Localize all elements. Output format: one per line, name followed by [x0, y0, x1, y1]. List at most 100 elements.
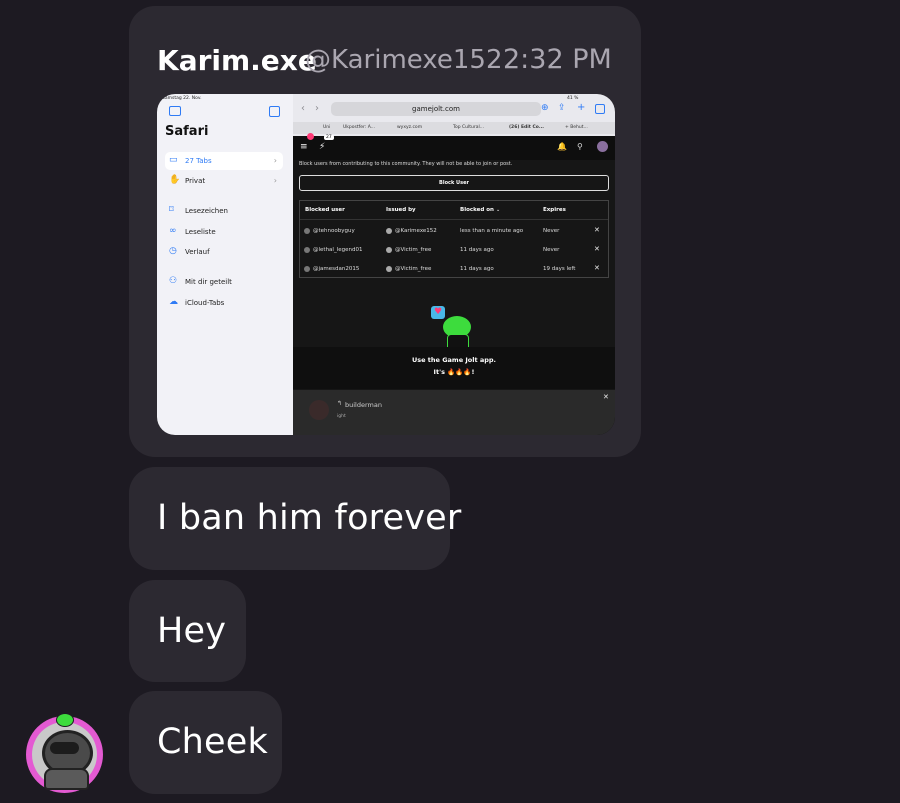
- reply-icon: ↰: [337, 400, 343, 407]
- message-bubble[interactable]: Hey: [129, 580, 246, 682]
- visor-icon: [50, 742, 79, 754]
- notification-dot: [307, 133, 314, 140]
- gamejolt-logo-icon[interactable]: ⚡: [319, 142, 325, 152]
- battery-status: 41 %: [567, 96, 579, 101]
- sidebar-item-label: Lesezeichen: [185, 207, 228, 215]
- issuer-name[interactable]: @Karimexe152: [395, 228, 437, 234]
- user-avatar-icon[interactable]: [597, 141, 608, 152]
- shared-icon: ⚇: [169, 276, 178, 286]
- table-divider: [300, 219, 608, 220]
- sidebar-item-tabs[interactable]: ▭ 27 Tabs ›: [165, 152, 283, 170]
- browser-tab[interactable]: Top Cultural...: [453, 124, 484, 132]
- browser-toolbar: 41 % ‹ › gamejolt.com ⊕ ⇪ + Uni Ukpostfe…: [293, 94, 615, 136]
- avatar[interactable]: [26, 713, 103, 793]
- glasses-icon: ∞: [169, 226, 177, 236]
- chevron-right-icon: ›: [273, 176, 277, 185]
- blocked-user-name[interactable]: @jamesdan2015: [313, 266, 359, 272]
- attached-screenshot[interactable]: Samstag 22. Nov. Safari ▭ 27 Tabs › ✋ Pr…: [157, 94, 615, 435]
- browser-tab[interactable]: + Behut...: [565, 124, 588, 132]
- browser-tab[interactable]: Ukpostfer: A...: [343, 124, 375, 132]
- user-avatar: [304, 266, 310, 272]
- gamejolt-navbar: ≡ ⚡ 27 🔔 ⚲: [293, 133, 615, 160]
- download-icon[interactable]: ⊕: [541, 103, 549, 113]
- bell-icon[interactable]: 🔔: [557, 142, 567, 151]
- browser-tab-active[interactable]: (26) Edit Co...: [509, 124, 544, 132]
- expires-value: Never: [543, 247, 560, 253]
- blocked-user-name[interactable]: @lethal_legend01: [313, 247, 362, 253]
- sidebar-item-label: iCloud-Tabs: [185, 299, 225, 307]
- unblock-close-icon[interactable]: ✕: [594, 264, 600, 272]
- user-avatar: [304, 247, 310, 253]
- status-date: Samstag 22. Nov.: [162, 96, 202, 101]
- block-user-button[interactable]: Block User: [299, 175, 609, 191]
- share-icon[interactable]: ⇪: [558, 103, 566, 113]
- blocked-date: 11 days ago: [460, 247, 494, 253]
- unblock-close-icon[interactable]: ✕: [594, 226, 600, 234]
- promo-line-2: It's 🔥🔥🔥!: [433, 368, 475, 376]
- sidebar-item-bookmarks[interactable]: ⌑ Lesezeichen: [165, 202, 283, 220]
- promo-line-1: Use the Game Jolt app.: [411, 356, 497, 364]
- chevron-down-icon: ⌄: [496, 207, 501, 213]
- sidebar-item-label: Mit dir geteilt: [185, 278, 232, 286]
- frog-badge-icon: [56, 713, 74, 727]
- browser-tab[interactable]: Uni: [323, 124, 330, 132]
- cloud-icon: ☁: [169, 297, 178, 307]
- block-notice: Block users from contributing to this co…: [299, 161, 513, 167]
- browser-tab[interactable]: wyxyz.com: [397, 124, 422, 132]
- sidebar-item-icloud[interactable]: ☁ iCloud-Tabs: [165, 294, 283, 312]
- message-text: Cheek: [157, 722, 268, 762]
- user-avatar: [386, 228, 392, 234]
- sidebar-item-label: Leseliste: [185, 228, 216, 236]
- table-header: Expires: [543, 207, 566, 213]
- blocked-user-name[interactable]: @tehnoobyguy: [313, 228, 355, 234]
- author-name[interactable]: Karim.exe: [157, 44, 317, 77]
- message-text: I ban him forever: [157, 498, 462, 538]
- address-bar[interactable]: gamejolt.com: [331, 102, 541, 116]
- tab-strip: Uni Ukpostfer: A... wyxyz.com Top Cultur…: [293, 122, 615, 134]
- message-bubble[interactable]: I ban him forever: [129, 467, 461, 570]
- user-avatar: [386, 266, 392, 272]
- author-handle[interactable]: @Karimexe152: [305, 45, 503, 75]
- browser-content: 41 % ‹ › gamejolt.com ⊕ ⇪ + Uni Ukpostfe…: [293, 94, 615, 435]
- blocked-date: 11 days ago: [460, 266, 494, 272]
- hand-icon: ✋: [169, 175, 181, 185]
- chevron-right-icon: ›: [273, 156, 277, 165]
- comment-preview[interactable]: ↰ builderman ight ✕: [293, 390, 615, 435]
- comment-text: ight: [337, 414, 346, 419]
- user-avatar: [304, 228, 310, 234]
- commenter-name[interactable]: builderman: [345, 401, 382, 409]
- tab-overview-icon[interactable]: [595, 104, 605, 114]
- frog-mascot-icon: ♥: [431, 306, 477, 352]
- message-bubble[interactable]: Cheek: [129, 691, 282, 794]
- new-tab-icon[interactable]: +: [577, 102, 585, 113]
- app-promo-banner[interactable]: Use the Game Jolt app. It's 🔥🔥🔥!: [293, 347, 615, 389]
- sidebar-item-reading-list[interactable]: ∞ Leseliste: [165, 223, 283, 241]
- user-avatar: [386, 247, 392, 253]
- expires-value: 19 days left: [543, 266, 576, 272]
- close-icon[interactable]: ✕: [603, 393, 609, 401]
- menu-icon[interactable]: ≡: [300, 142, 308, 152]
- expires-value: Never: [543, 228, 560, 234]
- table-header-sortable[interactable]: Blocked on: [460, 207, 494, 213]
- issuer-name[interactable]: @Victim_free: [395, 266, 431, 272]
- blocked-users-table: Blocked user Issued by Blocked on ⌄ Expi…: [299, 200, 609, 278]
- new-tab-group-icon: [269, 106, 280, 117]
- safari-sidebar: Samstag 22. Nov. Safari ▭ 27 Tabs › ✋ Pr…: [157, 94, 293, 435]
- sidebar-item-private[interactable]: ✋ Privat ›: [165, 172, 283, 190]
- sidebar-toggle-icon: [169, 106, 181, 116]
- commenter-avatar: [309, 400, 329, 420]
- astronaut-body-icon: [44, 768, 89, 790]
- issuer-name[interactable]: @Victim_free: [395, 247, 431, 253]
- forward-icon[interactable]: ›: [315, 103, 319, 114]
- tabs-icon: ▭: [169, 155, 178, 165]
- unblock-close-icon[interactable]: ✕: [594, 245, 600, 253]
- image-message-bubble: Karim.exe @Karimexe152 2:32 PM Samstag 2…: [129, 6, 641, 457]
- count-badge: 27: [324, 135, 334, 140]
- sidebar-item-history[interactable]: ◷ Verlauf: [165, 243, 283, 261]
- sidebar-item-shared[interactable]: ⚇ Mit dir geteilt: [165, 273, 283, 291]
- sidebar-item-label: Verlauf: [185, 248, 210, 256]
- clock-icon: ◷: [169, 246, 177, 256]
- blocked-date: less than a minute ago: [460, 228, 524, 234]
- back-icon[interactable]: ‹: [301, 103, 305, 114]
- network-icon[interactable]: ⚲: [577, 142, 583, 151]
